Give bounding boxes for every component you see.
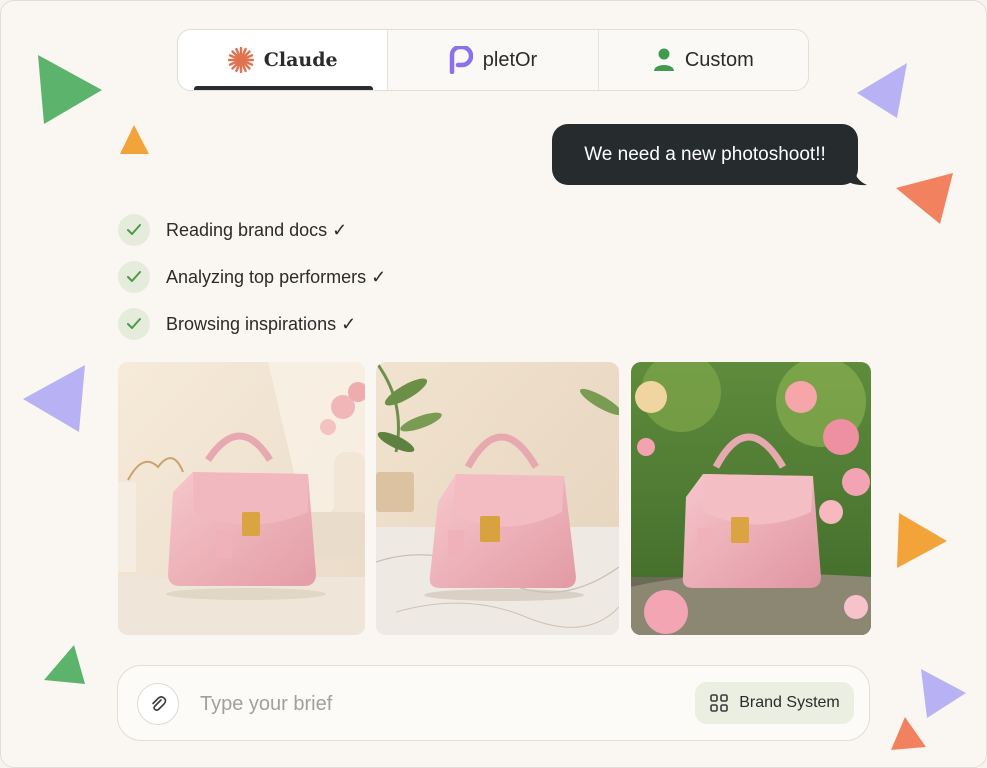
attach-button[interactable]: [137, 683, 179, 725]
user-message-bubble: We need a new photoshoot!!: [552, 124, 858, 185]
brand-system-label: Brand System: [739, 694, 840, 711]
step-label: Analyzing top performers ✓: [166, 266, 387, 287]
step-item: Browsing inspirations ✓: [118, 308, 356, 340]
check-icon: [118, 261, 150, 293]
tab-custom[interactable]: Custom: [599, 30, 808, 90]
decor-triangle-purple: [921, 669, 966, 718]
app-frame: Claude pletOr Custom We need a new photo…: [0, 0, 987, 768]
decor-triangle-coral: [891, 717, 926, 750]
decor-triangle-purple: [857, 63, 907, 118]
product-photo-garden[interactable]: [631, 362, 871, 635]
tab-claude[interactable]: Claude: [178, 30, 389, 90]
product-photo-marble[interactable]: [376, 362, 619, 635]
step-label: Reading brand docs ✓: [166, 219, 348, 240]
pletor-logo-icon: [449, 46, 473, 74]
check-icon: [118, 214, 150, 246]
message-text: We need a new photoshoot!!: [584, 143, 826, 165]
brief-input[interactable]: [198, 686, 682, 722]
tab-pletor[interactable]: pletOr: [388, 30, 599, 90]
user-icon: [653, 48, 674, 71]
tab-label: Custom: [684, 48, 754, 71]
brand-system-button[interactable]: Brand System: [695, 682, 854, 724]
model-tabs: Claude pletOr Custom: [177, 29, 809, 91]
paperclip-icon: [152, 696, 167, 711]
step-item: Reading brand docs ✓: [118, 214, 347, 246]
claude-sunburst-icon: [227, 47, 254, 73]
decor-triangle-coral: [896, 173, 953, 224]
check-icon: [118, 308, 150, 340]
decor-triangle-orange: [897, 513, 947, 568]
decor-triangle-green: [44, 645, 85, 684]
step-label: Browsing inspirations ✓: [166, 313, 357, 334]
bubble-tail: [843, 166, 867, 186]
decor-triangle-orange: [120, 125, 149, 154]
decor-triangle-green: [38, 55, 102, 124]
active-tab-indicator: [194, 86, 374, 90]
step-item: Analyzing top performers ✓: [118, 261, 386, 293]
decor-triangle-purple: [23, 365, 85, 432]
tab-label: pletOr: [482, 48, 538, 71]
grid-icon: [710, 694, 729, 712]
product-photo-studio[interactable]: [118, 362, 365, 635]
tab-label: Claude: [263, 49, 338, 71]
brief-composer: Brand System: [117, 665, 870, 741]
